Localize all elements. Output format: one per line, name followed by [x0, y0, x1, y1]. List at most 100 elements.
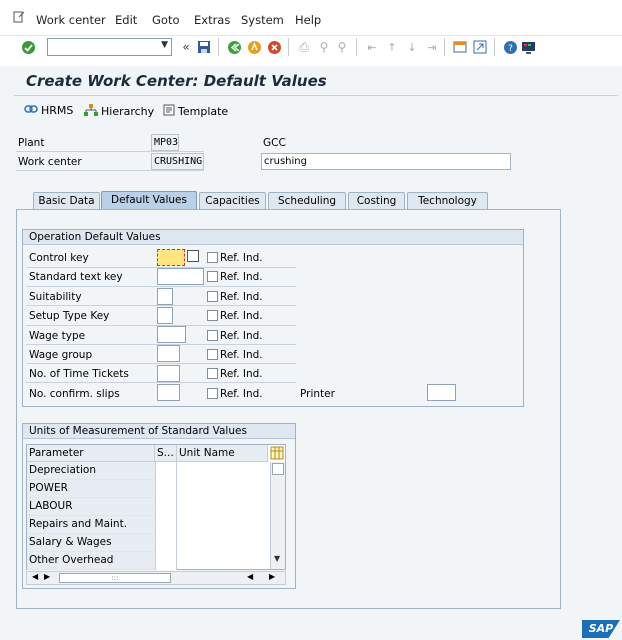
scroll-right-icon[interactable]: ▶ — [44, 572, 50, 581]
tab-default-values[interactable]: Default Values — [101, 191, 197, 210]
control-key-ref-checkbox[interactable] — [207, 252, 218, 263]
menu-work-center[interactable]: Work center — [36, 13, 106, 27]
hrms-button[interactable]: HRMS — [24, 104, 73, 117]
title-bar: Create Work Center: Default Values — [14, 70, 618, 94]
scroll-down-icon[interactable]: ▼ — [274, 554, 280, 563]
table-row[interactable]: POWER — [27, 480, 155, 498]
plant-description: GCC — [263, 137, 286, 149]
column-header-s[interactable]: S... — [155, 445, 177, 462]
standard-text-key-label: Standard text key — [29, 271, 123, 283]
menu-bar: Work center Edit Goto Extras System Help — [0, 0, 622, 36]
table-row[interactable]: LABOUR — [27, 498, 155, 516]
wage-type-label: Wage type — [29, 330, 86, 342]
tab-basic-data[interactable]: Basic Data — [33, 192, 100, 210]
time-tickets-label: No. of Time Tickets — [29, 368, 129, 380]
exit-icon[interactable] — [246, 39, 262, 55]
setup-type-key-ref-checkbox[interactable] — [207, 310, 218, 321]
first-page-icon[interactable]: ⇤ — [364, 39, 380, 55]
create-session-icon[interactable] — [452, 39, 468, 55]
hierarchy-label: Hierarchy — [101, 105, 155, 118]
save-icon[interactable] — [196, 39, 212, 55]
suitability-ref-label: Ref. Ind. — [220, 291, 263, 303]
menu-help[interactable]: Help — [295, 13, 321, 27]
history-back-icon[interactable]: « — [178, 39, 194, 55]
operation-defaults-title: Operation Default Values — [23, 230, 523, 245]
template-button[interactable]: Template — [163, 104, 228, 119]
template-label: Template — [178, 105, 229, 118]
previous-page-icon[interactable]: ↑ — [384, 39, 400, 55]
page-title: Create Work Center: Default Values — [26, 72, 327, 90]
tab-capacities[interactable]: Capacities — [199, 192, 266, 210]
menu-extras[interactable]: Extras — [194, 13, 230, 27]
control-key-input[interactable] — [157, 249, 185, 266]
column-header-parameter[interactable]: Parameter — [27, 445, 155, 462]
scrollbar-thumb[interactable] — [272, 463, 284, 475]
scrollbar-thumb[interactable]: ::: — [59, 573, 171, 583]
enter-icon[interactable] — [20, 39, 36, 55]
workcenter-description-field[interactable]: crushing — [261, 153, 511, 170]
tab-scheduling[interactable]: Scheduling — [268, 192, 346, 210]
command-dropdown-icon[interactable]: ▼ — [161, 40, 168, 50]
tab-technology[interactable]: Technology — [407, 192, 488, 210]
back-icon[interactable] — [226, 39, 242, 55]
suitability-input[interactable] — [157, 288, 173, 305]
cancel-icon[interactable] — [266, 39, 282, 55]
confirm-slips-input[interactable] — [157, 384, 180, 401]
table-settings-icon[interactable] — [270, 446, 284, 460]
menu-exit-icon[interactable] — [13, 11, 25, 23]
shortcut-icon[interactable] — [472, 39, 488, 55]
setup-type-key-ref-label: Ref. Ind. — [220, 310, 263, 322]
scroll-left-icon[interactable]: ◀ — [247, 572, 253, 581]
s-column-cells[interactable] — [155, 462, 177, 570]
hierarchy-button[interactable]: Hierarchy — [84, 104, 154, 119]
confirm-slips-ref-checkbox[interactable] — [207, 388, 218, 399]
svg-text:?: ? — [508, 44, 513, 54]
scroll-right-icon[interactable]: ▶ — [269, 572, 275, 581]
wage-group-ref-checkbox[interactable] — [207, 349, 218, 360]
hierarchy-icon — [84, 104, 98, 119]
tab-costing[interactable]: Costing — [348, 192, 405, 210]
next-page-icon[interactable]: ↓ — [404, 39, 420, 55]
menu-goto[interactable]: Goto — [152, 13, 180, 27]
printer-label: Printer — [300, 388, 335, 400]
suitability-ref-checkbox[interactable] — [207, 291, 218, 302]
table-row[interactable]: Repairs and Maint. — [27, 516, 155, 534]
find-next-icon[interactable]: ⚲ — [334, 39, 350, 55]
title-divider — [14, 95, 618, 96]
column-header-unit-name[interactable]: Unit Name — [177, 445, 268, 462]
print-icon[interactable]: ⎙ — [296, 39, 312, 55]
last-page-icon[interactable]: ⇥ — [424, 39, 440, 55]
printer-input[interactable] — [427, 384, 456, 401]
plant-field[interactable]: MP03 — [151, 134, 179, 151]
menu-system[interactable]: System — [241, 13, 284, 27]
standard-text-key-ref-checkbox[interactable] — [207, 271, 218, 282]
standard-text-key-ref-label: Ref. Ind. — [220, 271, 263, 283]
wage-group-input[interactable] — [157, 345, 180, 362]
hrms-label: HRMS — [41, 104, 74, 117]
vertical-scrollbar[interactable]: ▼ — [270, 462, 285, 569]
menu-edit[interactable]: Edit — [115, 13, 137, 27]
template-icon — [163, 104, 175, 119]
wage-type-input[interactable] — [157, 326, 186, 343]
workcenter-field[interactable]: CRUSHING — [151, 153, 204, 170]
wage-type-ref-label: Ref. Ind. — [220, 330, 263, 342]
table-row[interactable]: Other Overhead — [27, 552, 155, 570]
customize-icon[interactable] — [520, 39, 536, 55]
link-icon — [24, 104, 38, 117]
time-tickets-ref-checkbox[interactable] — [207, 368, 218, 379]
setup-type-key-label: Setup Type Key — [29, 310, 110, 322]
standard-text-key-input[interactable] — [157, 268, 204, 285]
time-tickets-input[interactable] — [157, 365, 180, 382]
table-row[interactable]: Salary & Wages — [27, 534, 155, 552]
scroll-left-icon[interactable]: ◀ — [32, 572, 38, 581]
value-help-icon[interactable] — [187, 250, 199, 262]
command-field[interactable]: ▼ — [47, 38, 172, 56]
wage-type-ref-checkbox[interactable] — [207, 330, 218, 341]
help-icon[interactable]: ? — [502, 39, 518, 55]
find-icon[interactable]: ⚲ — [316, 39, 332, 55]
workcenter-label: Work center — [18, 156, 82, 168]
horizontal-scrollbar[interactable]: ◀ ▶ ::: ◀ ▶ — [26, 571, 286, 585]
time-tickets-ref-label: Ref. Ind. — [220, 368, 263, 380]
setup-type-key-input[interactable] — [157, 307, 173, 324]
table-row[interactable]: Depreciation — [27, 462, 155, 480]
